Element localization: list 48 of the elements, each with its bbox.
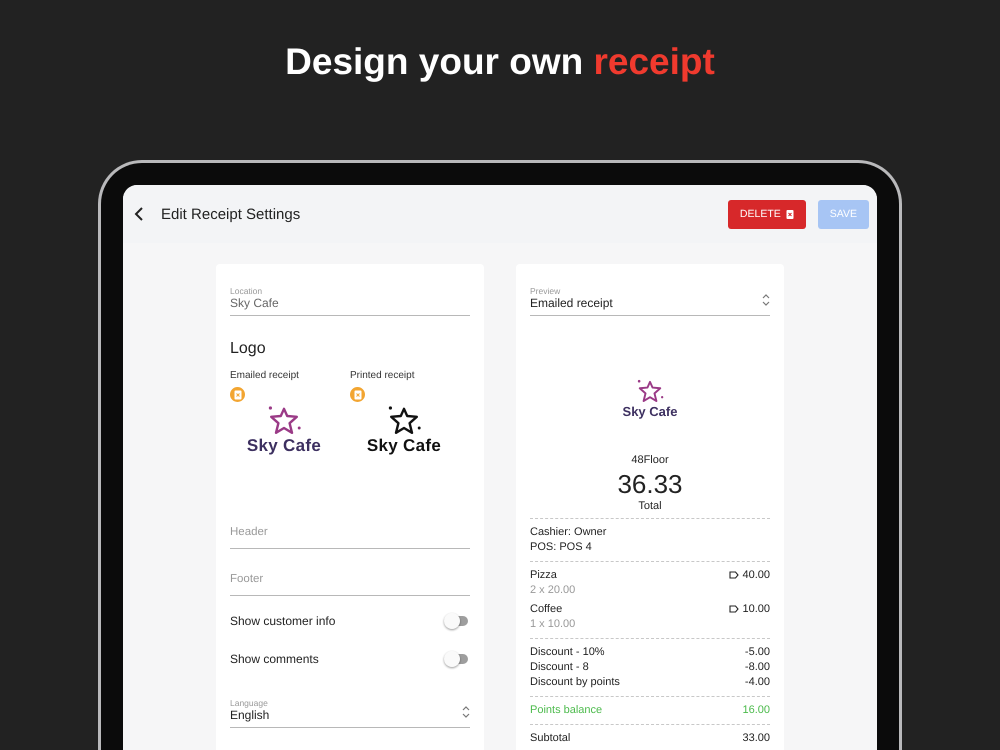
item-name: Pizza xyxy=(530,568,557,583)
logo-text: Sky Cafe xyxy=(622,404,678,420)
store-name: 48Floor xyxy=(631,454,669,466)
chevron-up-down-icon xyxy=(762,294,770,306)
trash-icon xyxy=(786,209,794,219)
remove-logo-button[interactable] xyxy=(350,387,365,402)
trash-icon xyxy=(354,390,362,400)
tag-icon xyxy=(729,605,740,614)
receipt-info: Cashier: Owner xyxy=(530,524,606,540)
total-label: Total xyxy=(638,500,662,512)
logo-heading: Logo xyxy=(230,340,267,358)
item-quantity: 2 x 20.00 xyxy=(530,582,576,598)
logo-text: Sky Cafe xyxy=(246,436,322,456)
item-quantity: 1 x 10.00 xyxy=(530,616,576,632)
headline: Design your own receipt xyxy=(285,40,715,84)
subtotal-label: Subtotal xyxy=(530,730,570,746)
toggle-switch[interactable] xyxy=(444,651,470,667)
logo-text: Sky Cafe xyxy=(366,436,442,456)
header-field[interactable]: Header xyxy=(230,512,470,549)
receipt-info: POS: POS 4 xyxy=(530,540,592,555)
item-name: Coffee xyxy=(530,602,562,617)
page-title: Edit Receipt Settings xyxy=(161,206,302,222)
discount-amount: -5.00 xyxy=(744,644,770,660)
points-value: 16.00 xyxy=(742,702,770,718)
item-price: 40.00 xyxy=(742,568,770,583)
toggle-label: Show comments xyxy=(230,652,319,666)
toggle-label: Show customer info xyxy=(230,614,336,628)
location-field[interactable]: Location Sky Cafe xyxy=(230,286,470,316)
toggle-switch[interactable] xyxy=(444,613,470,629)
logo-label: Emailed receipt xyxy=(230,370,300,381)
discount-amount: -4.00 xyxy=(744,674,770,690)
trash-icon xyxy=(234,390,242,400)
language-select[interactable]: Language English xyxy=(230,698,470,728)
preview-select[interactable]: Preview Emailed receipt xyxy=(530,286,770,316)
total-amount: 36.33 xyxy=(617,468,683,500)
delete-button[interactable]: DELETE xyxy=(728,200,806,228)
discount-label: Discount by points xyxy=(530,674,620,690)
footer-field[interactable]: Footer xyxy=(230,559,470,596)
discount-label: Discount - 8 xyxy=(530,660,589,675)
tag-icon xyxy=(729,571,740,580)
chevron-up-down-icon xyxy=(462,706,470,718)
points-label: Points balance xyxy=(530,702,602,718)
remove-logo-button[interactable] xyxy=(230,387,245,402)
item-price: 10.00 xyxy=(742,602,770,617)
discount-label: Discount - 10% xyxy=(530,644,605,660)
discount-amount: -8.00 xyxy=(744,660,770,675)
logo-label: Printed receipt xyxy=(350,370,416,381)
subtotal-value: 33.00 xyxy=(742,730,770,746)
